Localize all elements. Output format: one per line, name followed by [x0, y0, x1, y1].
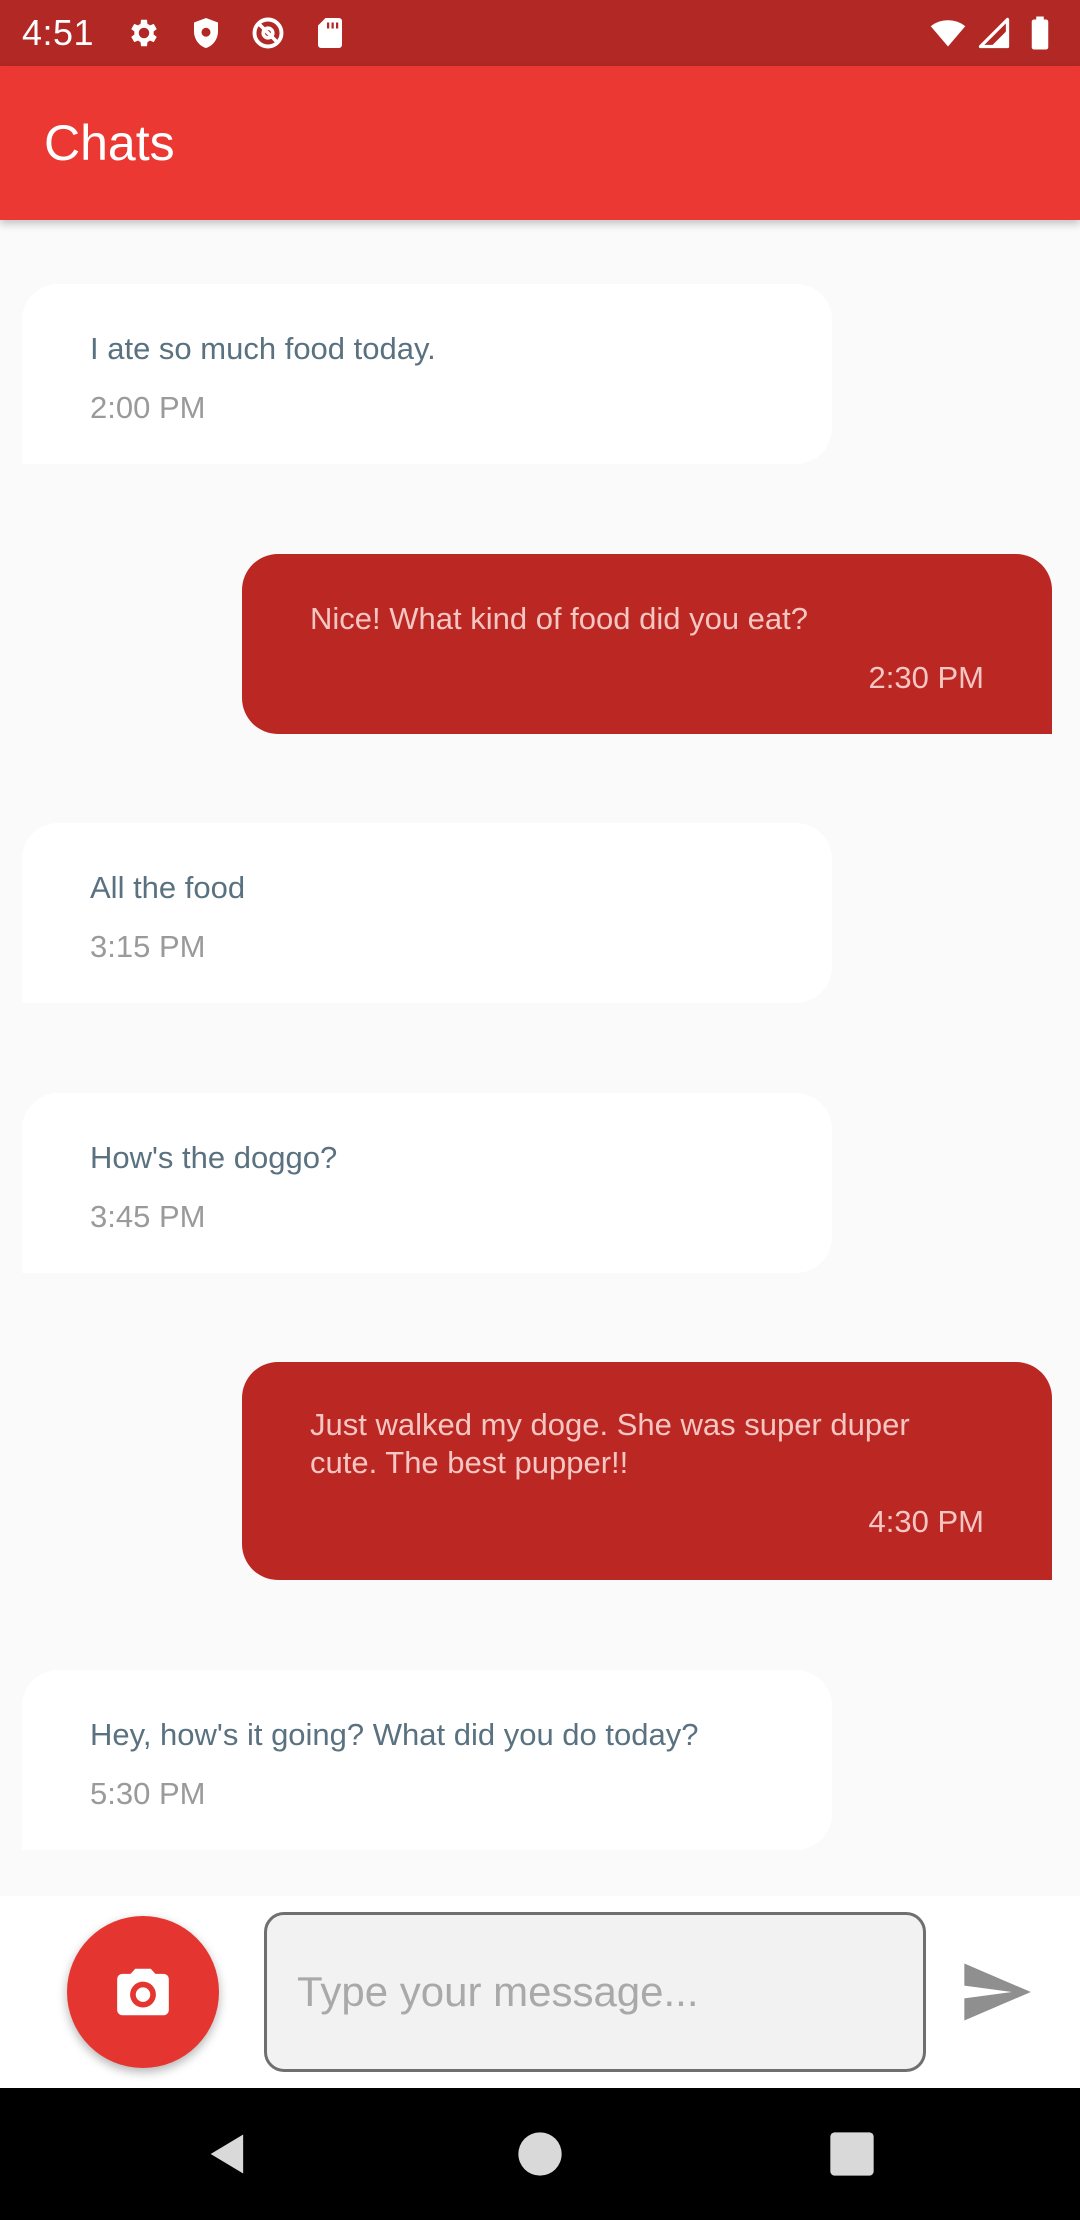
message-time: 5:30 PM — [90, 1776, 206, 1811]
message-time: 2:30 PM — [868, 660, 984, 695]
message-text: Just walked my doge. She was super duper… — [310, 1407, 910, 1480]
message-input[interactable] — [264, 1912, 926, 2072]
system-navigation-bar — [0, 2088, 1080, 2220]
message-bubble-incoming: All the food 3:15 PM — [22, 823, 832, 1003]
status-time: 4:51 — [22, 12, 95, 53]
recents-icon[interactable] — [826, 2128, 878, 2180]
message-text: Hey, how's it going? What did you do tod… — [90, 1717, 699, 1752]
chat-screen: 4:51 Chats I ate so much food today. 2:0… — [0, 0, 1080, 2220]
message-time: 2:00 PM — [90, 390, 206, 425]
status-system-icons — [930, 15, 1058, 51]
message-bubble-incoming: How's the doggo? 3:45 PM — [22, 1093, 832, 1273]
message-text: All the food — [90, 870, 246, 905]
message-text: I ate so much food today. — [90, 331, 436, 366]
chat-message-list[interactable]: I ate so much food today. 2:00 PM Nice! … — [0, 220, 1080, 1896]
message-bubble-incoming: I ate so much food today. 2:00 PM — [22, 284, 832, 464]
sd-card-icon — [318, 18, 343, 48]
camera-icon — [117, 1968, 169, 2016]
message-time: 3:45 PM — [90, 1199, 206, 1234]
wifi-icon — [930, 20, 966, 47]
battery-icon — [1031, 16, 1049, 50]
message-text: Nice! What kind of food did you eat? — [310, 601, 809, 636]
gear-icon — [131, 19, 157, 47]
message-composer — [0, 1896, 1080, 2088]
message-bubble-outgoing: Just walked my doge. She was super duper… — [242, 1362, 1052, 1580]
signal-icon — [978, 17, 1010, 49]
message-time: 3:15 PM — [90, 929, 206, 964]
status-notification-icons — [126, 15, 348, 51]
at-sign-icon — [252, 17, 284, 49]
app-bar: Chats — [0, 66, 1080, 220]
send-icon[interactable] — [958, 1954, 1034, 2030]
camera-button[interactable] — [67, 1916, 219, 2068]
message-text: How's the doggo? — [90, 1140, 338, 1175]
back-icon[interactable] — [202, 2128, 254, 2180]
shield-icon — [194, 18, 219, 48]
status-bar: 4:51 — [0, 0, 1080, 66]
message-bubble-outgoing: Nice! What kind of food did you eat? 2:3… — [242, 554, 1052, 734]
page-title: Chats — [44, 115, 175, 171]
home-icon[interactable] — [514, 2128, 566, 2180]
message-time: 4:30 PM — [868, 1504, 984, 1539]
message-bubble-incoming: Hey, how's it going? What did you do tod… — [22, 1670, 832, 1850]
